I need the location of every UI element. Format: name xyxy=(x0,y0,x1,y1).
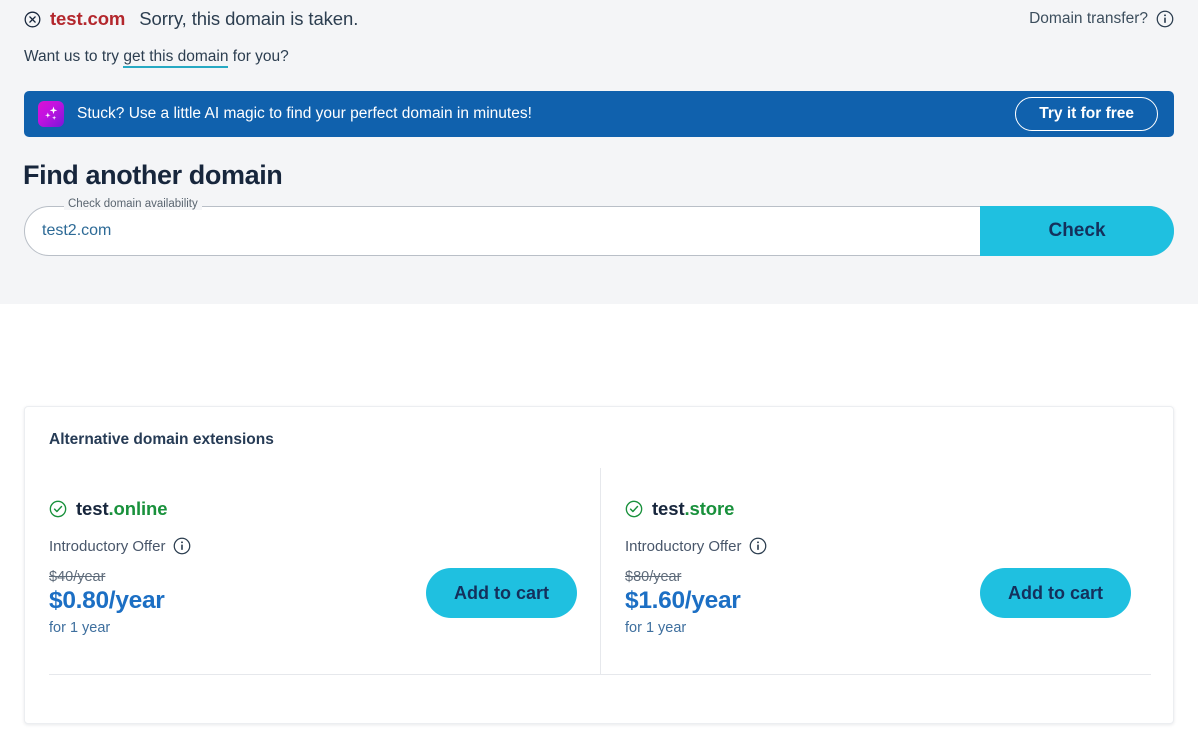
search-input[interactable] xyxy=(42,207,972,254)
info-icon[interactable] xyxy=(1156,10,1174,28)
domain-transfer-label: Domain transfer? xyxy=(1029,10,1148,28)
search-header-section xyxy=(0,0,1198,304)
info-icon[interactable] xyxy=(173,537,191,555)
alternative-domain-item: test.online Introductory Offer $40/year … xyxy=(25,468,600,674)
info-icon[interactable] xyxy=(749,537,767,555)
get-this-domain-link[interactable]: get this domain xyxy=(123,48,228,68)
try-it-for-free-button[interactable]: Try it for free xyxy=(1015,97,1158,131)
suggestion-suffix: for you? xyxy=(228,48,288,65)
add-to-cart-button[interactable]: Add to cart xyxy=(426,568,577,618)
alternative-domain-name-row: test.online xyxy=(49,498,167,520)
domain-base: test xyxy=(652,498,685,519)
discounted-price: $1.60/year xyxy=(625,587,741,615)
ai-domain-banner: Stuck? Use a little AI magic to find you… xyxy=(24,91,1174,137)
page-title: Find another domain xyxy=(23,160,282,191)
alternative-domain-name-row: test.store xyxy=(625,498,734,520)
add-to-cart-button[interactable]: Add to cart xyxy=(980,568,1131,618)
discounted-price: $0.80/year xyxy=(49,587,165,615)
introductory-offer-row: Introductory Offer xyxy=(49,537,191,555)
search-field-label: Check domain availability xyxy=(64,198,202,210)
alternative-extensions-card: Alternative domain extensions test.onlin… xyxy=(24,406,1174,724)
original-price: $80/year xyxy=(625,569,681,585)
original-price: $40/year xyxy=(49,569,105,585)
card-divider xyxy=(49,674,1151,675)
price-term: for 1 year xyxy=(625,620,686,636)
get-domain-suggestion: Want us to try get this domain for you? xyxy=(24,48,289,66)
check-circle-icon xyxy=(49,500,67,518)
domain-transfer-link[interactable]: Domain transfer? xyxy=(1029,10,1174,28)
domain-tld: .store xyxy=(685,498,735,519)
domain-base: test xyxy=(76,498,109,519)
alternative-domain-item: test.store Introductory Offer $80/year $… xyxy=(600,468,1175,674)
ai-banner-text: Stuck? Use a little AI magic to find you… xyxy=(77,105,1015,123)
introductory-offer-row: Introductory Offer xyxy=(625,537,767,555)
x-circle-icon xyxy=(24,11,41,28)
searched-domain-name: test.com xyxy=(50,8,125,30)
domain-status-message: Sorry, this domain is taken. xyxy=(139,8,358,30)
domain-result-header: test.com Sorry, this domain is taken. xyxy=(24,8,358,30)
check-circle-icon xyxy=(625,500,643,518)
alternative-extensions-title: Alternative domain extensions xyxy=(49,431,274,449)
domain-search-form: Check domain availability Check xyxy=(24,206,1174,256)
domain-tld: .online xyxy=(109,498,168,519)
price-term: for 1 year xyxy=(49,620,110,636)
check-button[interactable]: Check xyxy=(980,206,1174,256)
sparkle-icon xyxy=(38,101,64,127)
introductory-offer-label: Introductory Offer xyxy=(49,538,165,555)
alternative-extensions-grid: test.online Introductory Offer $40/year … xyxy=(25,468,1175,674)
alternative-domain-name: test.store xyxy=(652,498,734,520)
alternative-domain-name: test.online xyxy=(76,498,167,520)
introductory-offer-label: Introductory Offer xyxy=(625,538,741,555)
suggestion-prefix: Want us to try xyxy=(24,48,123,65)
